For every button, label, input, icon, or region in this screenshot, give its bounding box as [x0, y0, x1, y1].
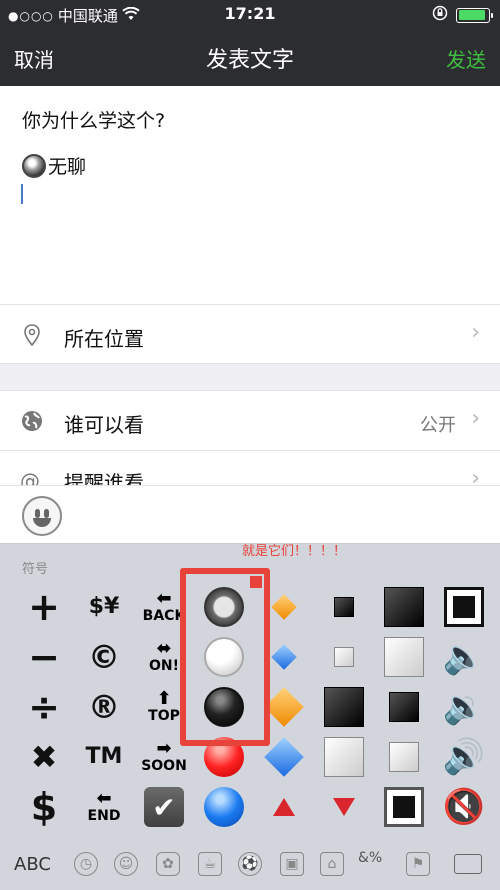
compose-line-answer: 无聊: [22, 152, 86, 179]
objects-category-icon[interactable]: ⌂: [320, 852, 344, 876]
large-black-square-emoji[interactable]: [374, 582, 434, 632]
smiley-face-icon[interactable]: [22, 496, 62, 536]
large-white-square-emoji[interactable]: [314, 732, 374, 782]
emoji-key[interactable]: −: [14, 632, 74, 682]
visibility-row[interactable]: 谁可以看 公开 ›: [0, 390, 500, 450]
red-triangle-up-emoji[interactable]: [254, 782, 314, 832]
visibility-value: 公开: [420, 415, 456, 436]
page-title: 发表文字: [205, 48, 294, 73]
globe-icon: [20, 409, 44, 433]
animal-category-icon[interactable]: ✿: [156, 852, 180, 876]
abc-key[interactable]: ABC: [14, 854, 51, 875]
section-divider: [0, 364, 500, 390]
compose-area[interactable]: 你为什么学这个? 无聊: [0, 86, 500, 304]
chevron-right-icon: ›: [471, 320, 480, 345]
check-box-emoji[interactable]: ✔: [134, 782, 194, 832]
emoji-key[interactable]: TM: [74, 732, 134, 782]
emoji-keyboard: 符号 就是它们！！！！ + $¥ ⬅ BACK − © ⬌ ON! 🔈 ÷ ® ⬆ T…: [0, 486, 500, 890]
food-category-icon[interactable]: ☕: [198, 852, 222, 876]
visibility-label: 谁可以看: [64, 413, 144, 437]
answer-text: 无聊: [48, 156, 87, 178]
chevron-right-icon: ›: [471, 406, 480, 431]
medium-black-square-emoji[interactable]: [374, 682, 434, 732]
location-row[interactable]: 所在位置 ›: [0, 304, 500, 364]
red-triangle-down-emoji[interactable]: [314, 782, 374, 832]
delete-key-icon[interactable]: [454, 854, 482, 874]
location-label: 所在位置: [64, 327, 144, 351]
flags-category-icon[interactable]: ⚑: [406, 852, 430, 876]
emoji-key[interactable]: ®: [74, 682, 134, 732]
emoji-key[interactable]: ÷: [14, 682, 74, 732]
chevron-right-icon: ›: [471, 466, 480, 486]
emoji-key[interactable]: ©: [74, 632, 134, 682]
large-white-square-emoji[interactable]: [374, 632, 434, 682]
highlight-box: [180, 568, 270, 746]
speaker-low-icon[interactable]: 🔉: [434, 682, 494, 732]
clock: 17:21: [224, 4, 276, 23]
status-bar: ●○○○ 中国联通 17:21: [0, 0, 500, 30]
symbols-tab[interactable]: &%: [358, 850, 382, 866]
recent-clock-icon[interactable]: ◷: [74, 852, 98, 876]
emoji-category-bar: ABC ◷ ☺ ✿ ☕ ⚽ ▣ ⌂ &% ⚑: [0, 844, 500, 890]
annotation-text: 就是它们！！！！: [242, 544, 347, 559]
emoji-key[interactable]: ✖: [14, 732, 74, 782]
speaker-medium-icon[interactable]: 🔊: [434, 732, 494, 782]
radio-button-emoji: [22, 153, 46, 178]
top-bar: ●○○○ 中国联通 17:21 取消 发表文字 发送: [0, 0, 500, 86]
medium-white-square-emoji[interactable]: [374, 732, 434, 782]
small-white-square-emoji[interactable]: [314, 632, 374, 682]
compose-line-question: 你为什么学这个?: [22, 110, 166, 132]
remind-row[interactable]: @ 提醒谁看 ›: [0, 450, 500, 486]
text-cursor: [21, 184, 23, 204]
smiley-category-icon[interactable]: ☺: [114, 852, 138, 876]
send-button[interactable]: 发送: [446, 44, 486, 73]
category-label: 符号: [22, 562, 49, 577]
emoji-key[interactable]: $: [14, 782, 74, 832]
travel-category-icon[interactable]: ▣: [280, 852, 304, 876]
large-black-square-emoji[interactable]: [314, 682, 374, 732]
blue-circle-emoji[interactable]: [194, 782, 254, 832]
white-square-button-emoji[interactable]: [374, 782, 434, 832]
emoji-toggle-bar: [0, 486, 500, 544]
speaker-icon[interactable]: 🔈: [434, 632, 494, 682]
emoji-key[interactable]: +: [14, 582, 74, 632]
at-icon: @: [20, 469, 40, 486]
emoji-key[interactable]: ⬅ END: [74, 782, 134, 832]
speaker-muted-icon[interactable]: 🔇: [434, 782, 494, 832]
small-black-square-emoji[interactable]: [314, 582, 374, 632]
sports-category-icon[interactable]: ⚽: [238, 852, 262, 876]
location-pin-icon: [20, 323, 44, 347]
battery-icon: [456, 7, 493, 23]
black-square-button-emoji[interactable]: [434, 582, 494, 632]
remind-label: 提醒谁看: [64, 471, 144, 486]
emoji-key[interactable]: $¥: [74, 582, 134, 632]
orientation-lock-icon: [432, 5, 448, 25]
